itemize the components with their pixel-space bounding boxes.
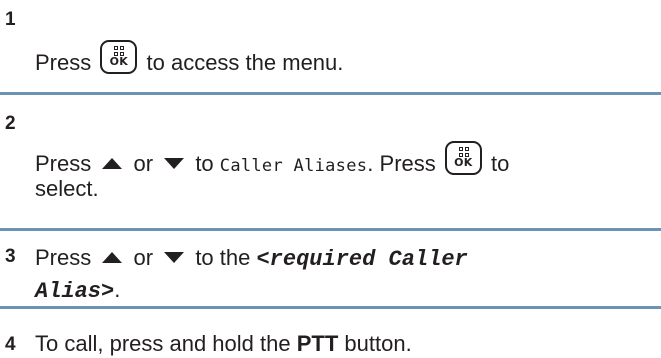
menu-ok-key-icon: OK xyxy=(100,40,138,74)
period: . xyxy=(114,277,121,302)
step-text: Press or to Caller Aliases. Press OK to xyxy=(35,141,509,180)
step-instruction: to access the menu. xyxy=(146,50,344,75)
instruction-end: button. xyxy=(344,331,412,356)
to-word: to xyxy=(195,151,214,176)
press-word: Press xyxy=(35,151,92,176)
up-arrow-icon xyxy=(102,158,123,169)
instruction-start: To call, press and hold the xyxy=(35,331,291,356)
press-word-2: . Press xyxy=(367,151,436,176)
or-word: or xyxy=(133,245,154,270)
step-number: 4 xyxy=(5,334,16,355)
ok-key-label: OK xyxy=(454,156,473,169)
placeholder-text-cont: Alias> xyxy=(35,279,115,304)
step-number: 3 xyxy=(5,246,16,267)
up-arrow-icon xyxy=(102,252,123,263)
step-text-line2: Alias>. xyxy=(35,276,120,306)
down-arrow-icon xyxy=(164,252,185,263)
step-text: To call, press and hold the PTT button. xyxy=(35,330,412,358)
step-number: 2 xyxy=(5,113,16,134)
step-text-line2: select. xyxy=(35,176,99,201)
placeholder-text: <required Caller xyxy=(256,247,468,272)
step-number: 1 xyxy=(5,9,16,30)
or-word: or xyxy=(133,151,154,176)
step-4: 4 To call, press and hold the PTT button… xyxy=(0,309,661,358)
to-word-2: to xyxy=(491,151,510,176)
to-the-words: to the xyxy=(195,245,251,270)
step-3: 3 Press or to the <required Caller Alias… xyxy=(0,231,661,306)
ptt-button-name: PTT xyxy=(296,331,339,356)
press-word: Press xyxy=(35,50,92,75)
menu-item-name: Caller Aliases xyxy=(219,156,368,176)
menu-ok-key-icon: OK xyxy=(444,141,482,175)
press-word: Press xyxy=(35,245,92,270)
step-text: Press OK to access the menu. xyxy=(35,40,343,77)
down-arrow-icon xyxy=(164,158,185,169)
step-1: 1 Press OK to access the menu. xyxy=(0,0,661,76)
step-text: Press or to the <required Caller xyxy=(35,244,468,274)
step-2: 2 Press or to Caller Aliases. Press OK t… xyxy=(0,95,661,205)
ok-key-label: OK xyxy=(109,55,129,68)
